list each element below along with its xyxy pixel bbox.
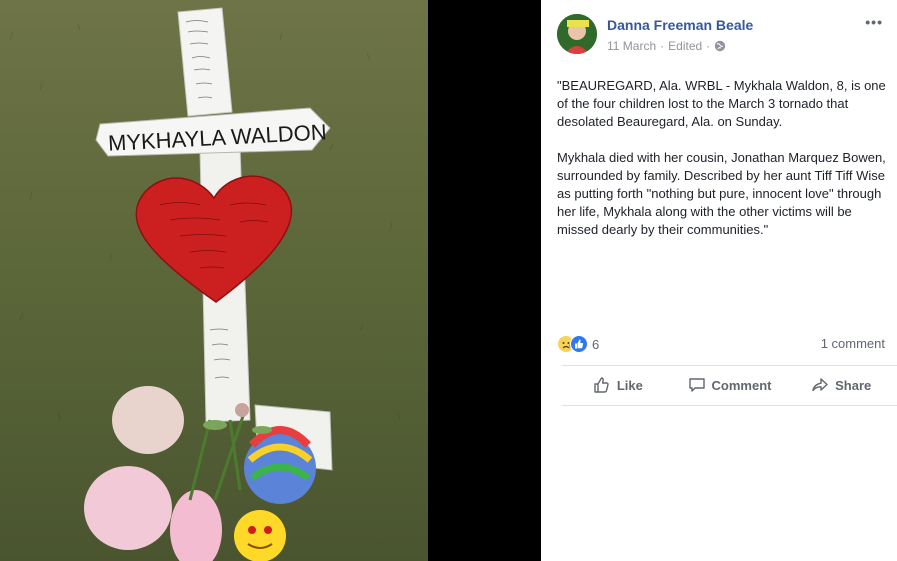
like-reaction-icon xyxy=(570,335,588,353)
edited-label[interactable]: Edited xyxy=(668,39,702,53)
comment-icon xyxy=(688,376,706,394)
divider xyxy=(562,405,897,406)
globe-icon[interactable] xyxy=(714,40,726,52)
post-photo[interactable]: MYKHAYLA WALDON xyxy=(0,0,428,561)
author-name[interactable]: Danna Freeman Beale xyxy=(607,17,753,33)
thumbs-up-icon xyxy=(593,376,611,394)
share-button[interactable]: Share xyxy=(785,366,897,404)
post-paragraph: "BEAUREGARD, Ala. WRBL - Mykhala Waldon,… xyxy=(557,78,886,129)
like-label: Like xyxy=(616,377,643,393)
post-actions: Like Comment Share xyxy=(562,366,897,404)
like-button[interactable]: Like xyxy=(562,366,674,404)
author-avatar[interactable] xyxy=(557,14,597,54)
share-label: Share xyxy=(835,377,872,393)
meta-separator: · xyxy=(660,39,665,53)
post-paragraph: Mykhala died with her cousin, Jonathan M… xyxy=(557,150,886,237)
share-icon xyxy=(811,376,829,394)
comment-count-link[interactable]: 1 comment xyxy=(821,336,885,351)
comment-button[interactable]: Comment xyxy=(674,366,786,404)
reaction-count: 6 xyxy=(592,336,600,352)
more-options-icon[interactable]: ••• xyxy=(865,14,883,30)
reaction-summary[interactable]: 6 xyxy=(557,335,599,353)
comment-label: Comment xyxy=(711,377,772,393)
memorial-cross-photo: MYKHAYLA WALDON xyxy=(0,0,428,561)
post-text: "BEAUREGARD, Ala. WRBL - Mykhala Waldon,… xyxy=(557,77,889,257)
meta-separator: · xyxy=(706,39,711,53)
post-meta: 11 March · Edited · xyxy=(607,39,726,53)
post-details-panel: Danna Freeman Beale 11 March · Edited · … xyxy=(541,0,897,561)
photo-viewer: MYKHAYLA WALDON xyxy=(0,0,541,561)
post-date[interactable]: 11 March xyxy=(607,39,656,53)
